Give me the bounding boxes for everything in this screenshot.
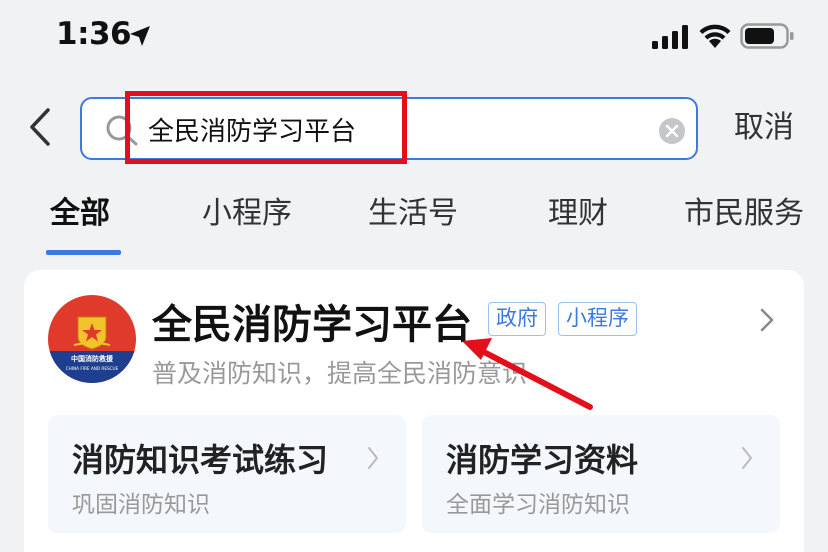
search-input[interactable]: [148, 107, 638, 151]
status-bar: 1:36: [0, 0, 828, 72]
result-title[interactable]: 全民消防学习平台: [152, 292, 472, 350]
result-card[interactable]: 中国消防救援 CHINA FIRE AND RESCUE 全民消防学习平台 政府…: [24, 270, 804, 552]
tag-government: 政府: [488, 302, 546, 336]
tab-bar: 全部 小程序 生活号 理财 市民服务: [0, 188, 828, 256]
tab-citizen-services[interactable]: 市民服务: [684, 188, 804, 240]
tab-life-accounts[interactable]: 生活号: [368, 188, 458, 240]
tab-all[interactable]: 全部: [50, 188, 110, 240]
search-icon: [106, 115, 138, 146]
active-tab-indicator: [46, 250, 121, 255]
tab-finance[interactable]: 理财: [548, 188, 608, 240]
chevron-right-icon[interactable]: [758, 306, 776, 334]
fire-rescue-emblem-icon: 中国消防救援 CHINA FIRE AND RESCUE: [48, 295, 136, 383]
status-time: 1:36: [56, 16, 132, 52]
wifi-icon: [699, 24, 731, 48]
result-subtitle: 普及消防知识，提高全民消防意识: [152, 359, 528, 388]
svg-text:CHINA FIRE AND RESCUE: CHINA FIRE AND RESCUE: [66, 366, 119, 371]
back-button[interactable]: [24, 104, 58, 150]
service-learning-materials[interactable]: 消防学习资料 全面学习消防知识: [422, 415, 780, 533]
svg-text:中国消防救援: 中国消防救援: [71, 354, 114, 363]
chevron-right-icon: [368, 447, 378, 469]
tag-mini-program: 小程序: [558, 302, 637, 336]
search-bar[interactable]: [80, 97, 698, 160]
service-title: 消防学习资料: [446, 441, 639, 479]
signal-icon: [652, 25, 688, 49]
cancel-button[interactable]: 取消: [716, 106, 812, 150]
service-desc: 全面学习消防知识: [446, 492, 630, 518]
service-desc: 巩固消防知识: [72, 492, 210, 518]
chevron-right-icon: [742, 447, 752, 469]
service-title: 消防知识考试练习: [72, 441, 329, 479]
battery-icon: [740, 23, 794, 49]
clear-icon[interactable]: [658, 117, 686, 145]
tab-mini-programs[interactable]: 小程序: [202, 188, 292, 240]
service-exam-practice[interactable]: 消防知识考试练习 巩固消防知识: [48, 415, 406, 533]
location-arrow-icon: [130, 26, 150, 46]
